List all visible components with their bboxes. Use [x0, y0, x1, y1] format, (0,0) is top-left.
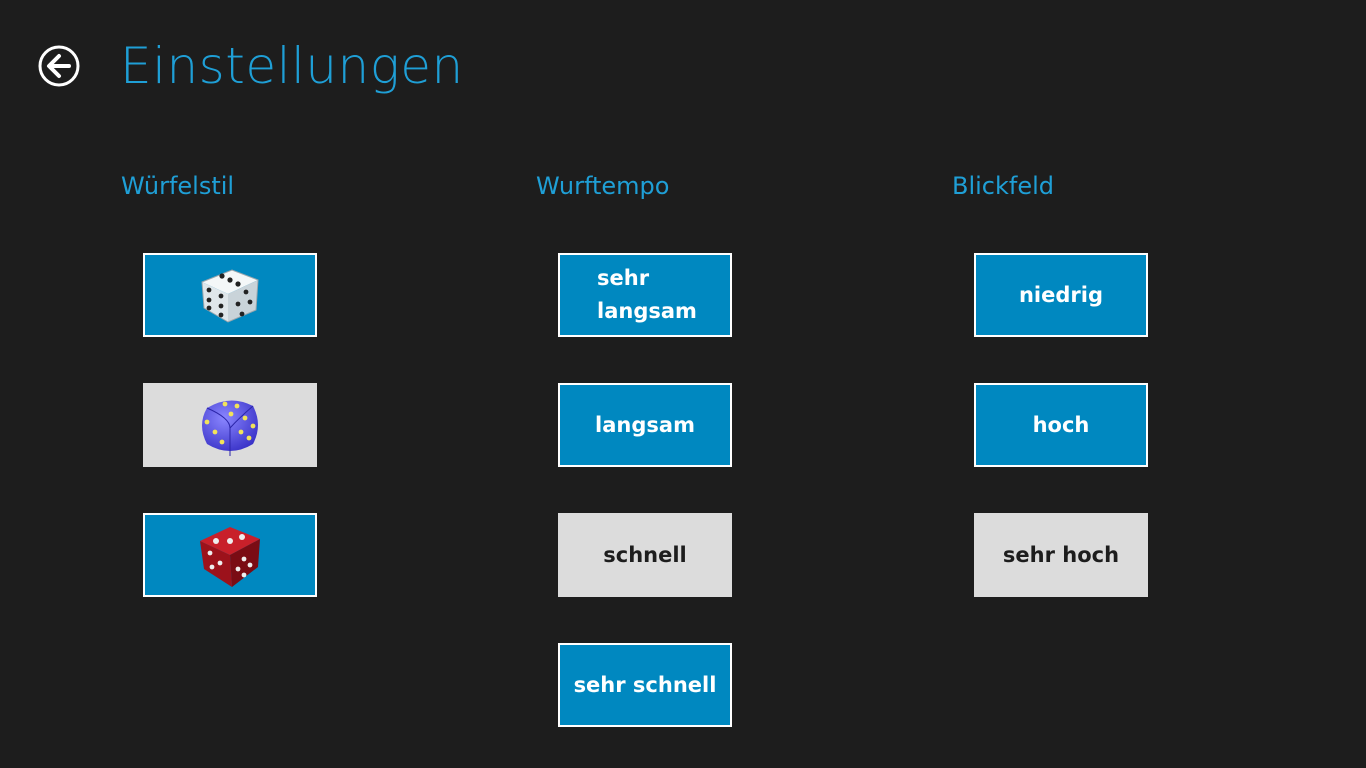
settings-page: Einstellungen Würfelstil Wurftempo sehr …	[0, 0, 1366, 768]
field-of-view-heading: Blickfeld	[952, 172, 1055, 200]
speed-slow-button[interactable]: langsam	[558, 383, 732, 467]
speed-slow-label: langsam	[595, 412, 695, 437]
view-low-label: niedrig	[1018, 282, 1103, 307]
page-title: Einstellungen	[120, 37, 464, 95]
speed-fast-button[interactable]: schnell	[558, 513, 732, 597]
view-high-label: hoch	[1032, 412, 1090, 437]
back-button[interactable]	[38, 45, 80, 87]
white-die-icon	[201, 269, 259, 323]
speed-very-slow-button[interactable]: sehr langsam	[558, 253, 732, 337]
view-very-high-label: sehr hoch	[1002, 542, 1120, 567]
speed-very-fast-label: sehr schnell	[573, 672, 717, 697]
blue-die-icon	[202, 400, 258, 456]
red-die-icon	[200, 527, 260, 587]
view-low-button[interactable]: niedrig	[974, 253, 1148, 337]
view-very-high-button[interactable]: sehr hoch	[974, 513, 1148, 597]
dice-style-white-option[interactable]	[143, 253, 317, 337]
view-high-button[interactable]: hoch	[974, 383, 1148, 467]
dice-style-heading: Würfelstil	[121, 172, 235, 200]
dice-style-red-option[interactable]	[143, 513, 317, 597]
speed-very-slow-label: sehr langsam	[597, 266, 697, 323]
dice-style-blue-option[interactable]	[143, 383, 317, 467]
speed-fast-label: schnell	[603, 542, 687, 567]
throw-speed-heading: Wurftempo	[536, 172, 670, 200]
speed-very-fast-button[interactable]: sehr schnell	[558, 643, 732, 727]
back-arrow-circle-icon	[38, 45, 80, 87]
